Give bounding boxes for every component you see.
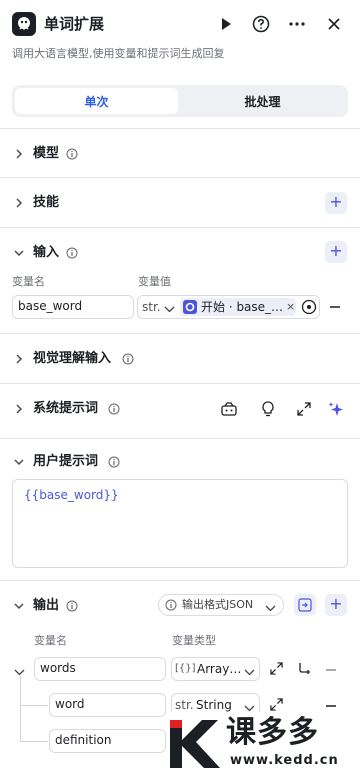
column-header-var-type: 变量类型 xyxy=(172,634,216,647)
info-icon[interactable] xyxy=(66,148,78,160)
info-icon[interactable] xyxy=(66,600,78,612)
info-icon[interactable] xyxy=(108,403,120,415)
chevron-right-icon[interactable] xyxy=(13,353,25,365)
node-title: 单词扩展 xyxy=(44,15,105,33)
tree-line xyxy=(20,741,48,742)
tab-single[interactable]: 单次 xyxy=(15,88,178,114)
divider xyxy=(0,128,360,129)
expand-icon[interactable] xyxy=(270,662,283,678)
add-output-button[interactable]: + xyxy=(325,594,347,616)
output-var-name-field[interactable]: definition xyxy=(49,729,166,753)
expand-icon[interactable] xyxy=(297,402,311,419)
run-icon[interactable] xyxy=(217,15,235,33)
section-title-model: 模型 xyxy=(33,146,60,161)
section-title-system-prompt: 系统提示词 xyxy=(33,401,99,416)
start-node-icon xyxy=(183,300,197,314)
output-var-name-field[interactable]: word xyxy=(49,693,166,717)
divider xyxy=(0,333,360,334)
array-type-icon: [{}] xyxy=(175,663,196,674)
output-format-label: 输出格式JSON xyxy=(182,598,254,611)
chevron-down-icon xyxy=(265,601,276,615)
remove-output-button[interactable] xyxy=(326,705,336,707)
variable-picker-icon[interactable] xyxy=(301,299,317,318)
section-title-vision: 视觉理解输入 xyxy=(33,351,112,366)
column-header-var-name: 变量名 xyxy=(34,634,67,647)
input-var-name-field[interactable]: base_word xyxy=(12,295,134,319)
divider xyxy=(0,383,360,384)
add-child-icon[interactable] xyxy=(297,662,311,679)
chevron-down-icon[interactable] xyxy=(14,665,25,679)
help-icon[interactable] xyxy=(251,14,271,34)
import-json-button[interactable] xyxy=(294,594,316,616)
column-header-var-value: 变量值 xyxy=(138,275,171,288)
chevron-down-icon xyxy=(244,665,255,679)
divider xyxy=(0,438,360,439)
info-icon[interactable] xyxy=(122,353,134,365)
user-prompt-content: {{base_word}} xyxy=(24,488,119,502)
remove-output-button[interactable] xyxy=(326,669,336,671)
watermark-text: 课多多 xyxy=(226,715,319,750)
section-title-input: 输入 xyxy=(33,245,60,260)
divider xyxy=(0,177,360,178)
node-logo-icon xyxy=(12,12,36,36)
section-title-skills: 技能 xyxy=(33,195,60,210)
tab-batch[interactable]: 批处理 xyxy=(180,88,345,114)
ai-optimize-icon[interactable] xyxy=(328,401,344,420)
watermark-url: www.kedd.cn xyxy=(230,753,339,768)
info-icon xyxy=(165,599,177,614)
add-input-button[interactable]: + xyxy=(325,241,347,263)
tree-line xyxy=(20,676,21,742)
chevron-right-icon[interactable] xyxy=(13,197,25,209)
chevron-down-icon[interactable] xyxy=(13,456,25,468)
variable-ref-label: 开始 · base_… xyxy=(201,300,284,314)
tree-line xyxy=(20,705,48,706)
divider xyxy=(0,580,360,581)
close-icon[interactable] xyxy=(324,14,344,34)
more-icon[interactable] xyxy=(287,15,307,33)
section-title-output: 输出 xyxy=(33,598,60,613)
prompt-library-icon[interactable] xyxy=(221,402,237,419)
output-var-name-field[interactable]: words xyxy=(34,657,166,681)
chevron-down-icon[interactable] xyxy=(13,600,25,612)
type-abbr: str. xyxy=(142,300,161,314)
output-var-type-label: Array… xyxy=(197,662,242,676)
chevron-down-icon[interactable] xyxy=(164,302,175,316)
chevron-down-icon[interactable] xyxy=(13,247,25,259)
node-description: 调用大语言模型,使用变量和提示词生成回复 xyxy=(12,47,225,60)
chevron-right-icon[interactable] xyxy=(13,403,25,415)
info-icon[interactable] xyxy=(108,456,120,468)
chevron-right-icon[interactable] xyxy=(13,148,25,160)
remove-ref-icon[interactable]: × xyxy=(286,297,295,317)
lightbulb-icon[interactable] xyxy=(261,401,275,420)
watermark-logo-icon xyxy=(168,718,224,773)
remove-input-button[interactable] xyxy=(330,306,340,308)
section-title-user-prompt: 用户提示词 xyxy=(33,454,99,469)
info-icon[interactable] xyxy=(66,247,78,259)
add-skill-button[interactable]: + xyxy=(325,192,347,214)
divider xyxy=(0,227,360,228)
column-header-var-name: 变量名 xyxy=(12,275,45,288)
